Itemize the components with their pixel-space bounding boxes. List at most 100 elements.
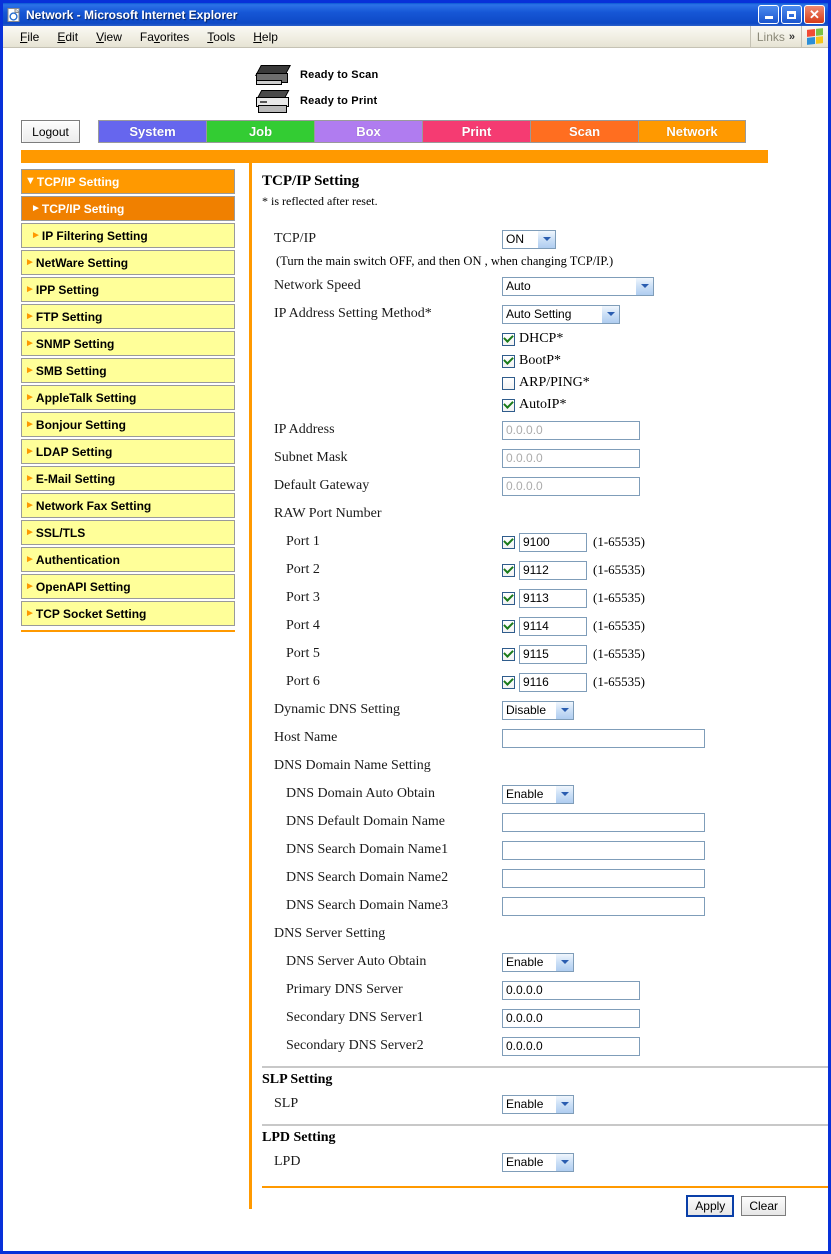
dynamic-dns-select-wrap: Disable bbox=[502, 700, 574, 720]
sidebar-item-label: SMB Setting bbox=[35, 363, 107, 378]
chevron-right-icon: ► bbox=[31, 229, 41, 241]
autoip-checkbox-row[interactable]: AutoIP* bbox=[502, 395, 566, 415]
dns-default-domain-name-input[interactable] bbox=[502, 812, 705, 832]
sidebar-item-ssl-tls[interactable]: ► SSL/TLS bbox=[21, 520, 235, 545]
subnet-mask-input[interactable] bbox=[502, 448, 640, 468]
secondary-dns-server1-input[interactable] bbox=[502, 1008, 640, 1028]
network-speed-select-wrap: Auto bbox=[502, 276, 654, 296]
ip-address-input[interactable] bbox=[502, 420, 640, 440]
menu-item-favorites[interactable]: Favorites bbox=[131, 28, 198, 46]
tab-job[interactable]: Job bbox=[206, 120, 314, 143]
sidebar-item-tcpip-setting[interactable]: ► TCP/IP Setting bbox=[21, 196, 235, 221]
tab-print[interactable]: Print bbox=[422, 120, 530, 143]
port-1-input[interactable] bbox=[519, 532, 587, 552]
dns-domain-auto-obtain-select[interactable]: Enable bbox=[502, 784, 574, 804]
tab-box[interactable]: Box bbox=[314, 120, 422, 143]
sidebar-item-bonjour-setting[interactable]: ► Bonjour Setting bbox=[21, 412, 235, 437]
port-4-checkbox[interactable] bbox=[502, 619, 515, 633]
sidebar-item-email-setting[interactable]: ► E-Mail Setting bbox=[21, 466, 235, 491]
tab-network[interactable]: Network bbox=[638, 120, 746, 143]
bootp-checkbox-row[interactable]: BootP* bbox=[502, 351, 561, 371]
port-3-input[interactable] bbox=[519, 588, 587, 608]
dns-search-domain-name3-input[interactable] bbox=[502, 896, 705, 916]
dns-search-domain-name2-input[interactable] bbox=[502, 868, 705, 888]
slp-select[interactable]: Enable bbox=[502, 1094, 574, 1114]
port-2-checkbox[interactable] bbox=[502, 563, 515, 577]
chevron-right-icon: ► bbox=[25, 256, 35, 268]
port-5-input[interactable] bbox=[519, 644, 587, 664]
minimize-button[interactable] bbox=[758, 5, 779, 24]
sidebar-item-appletalk-setting[interactable]: ► AppleTalk Setting bbox=[21, 385, 235, 410]
menu-item-edit[interactable]: Edit bbox=[48, 28, 87, 46]
dns-server-auto-obtain-select[interactable]: Enable bbox=[502, 952, 574, 972]
ip-method-label: IP Address Setting Method* bbox=[274, 306, 432, 321]
row-port-6: Port 6 (1-65535) bbox=[262, 668, 828, 696]
host-name-input[interactable] bbox=[502, 728, 705, 748]
sidebar-item-network-fax-setting[interactable]: ► Network Fax Setting bbox=[21, 493, 235, 518]
port-1-checkbox[interactable] bbox=[502, 535, 515, 549]
sidebar-item-label: FTP Setting bbox=[35, 309, 103, 324]
slp-select-wrap: Enable bbox=[502, 1094, 574, 1114]
close-button[interactable]: ✕ bbox=[804, 5, 825, 24]
secondary-dns-server2-input[interactable] bbox=[502, 1036, 640, 1056]
ie-page-icon bbox=[6, 7, 22, 23]
content-area: ▼ TCP/IP Setting ► TCP/IP Setting ► IP F… bbox=[3, 163, 828, 1217]
sidebar-item-ldap-setting[interactable]: ► LDAP Setting bbox=[21, 439, 235, 464]
status-row-scan: Ready to Scan bbox=[255, 62, 828, 88]
sidebar-item-netware-setting[interactable]: ► NetWare Setting bbox=[21, 250, 235, 275]
menu-item-tools[interactable]: Tools bbox=[198, 28, 244, 46]
menu-item-file[interactable]: File bbox=[11, 28, 48, 46]
sidebar-item-ip-filtering-setting[interactable]: ► IP Filtering Setting bbox=[21, 223, 235, 248]
tab-system[interactable]: System bbox=[98, 120, 206, 143]
maximize-button[interactable] bbox=[781, 5, 802, 24]
dns-server-auto-obtain-label: DNS Server Auto Obtain bbox=[286, 954, 427, 969]
apply-button[interactable]: Apply bbox=[686, 1195, 735, 1217]
port-6-input[interactable] bbox=[519, 672, 587, 692]
tab-scan[interactable]: Scan bbox=[530, 120, 638, 143]
sidebar-item-label: NetWare Setting bbox=[35, 255, 129, 270]
tcpip-select[interactable]: ON bbox=[502, 229, 556, 249]
lpd-select[interactable]: Enable bbox=[502, 1152, 574, 1172]
menu-item-view[interactable]: View bbox=[87, 28, 131, 46]
sidebar-item-authentication[interactable]: ► Authentication bbox=[21, 547, 235, 572]
port-3-checkbox[interactable] bbox=[502, 591, 515, 605]
menu-item-help[interactable]: Help bbox=[244, 28, 287, 46]
sidebar-item-ipp-setting[interactable]: ► IPP Setting bbox=[21, 277, 235, 302]
sidebar-item-smb-setting[interactable]: ► SMB Setting bbox=[21, 358, 235, 383]
autoip-checkbox[interactable] bbox=[502, 398, 515, 412]
default-gateway-input[interactable] bbox=[502, 476, 640, 496]
dns-search-domain-name1-input[interactable] bbox=[502, 840, 705, 860]
menu-bar-right: Links » bbox=[749, 26, 828, 47]
primary-dns-server-input[interactable] bbox=[502, 980, 640, 1000]
row-default-gateway: Default Gateway bbox=[262, 472, 828, 500]
port-6-checkbox[interactable] bbox=[502, 675, 515, 689]
sidebar-item-tcp-socket-setting[interactable]: ► TCP Socket Setting bbox=[21, 601, 235, 626]
links-label: Links bbox=[756, 29, 785, 44]
network-speed-select[interactable]: Auto bbox=[502, 276, 654, 296]
logout-button[interactable]: Logout bbox=[21, 120, 80, 143]
sidebar-item-openapi-setting[interactable]: ► OpenAPI Setting bbox=[21, 574, 235, 599]
port-5-checkbox[interactable] bbox=[502, 647, 515, 661]
row-tcpip: TCP/IP ON bbox=[262, 225, 828, 253]
links-bar[interactable]: Links » bbox=[749, 26, 801, 47]
dynamic-dns-select[interactable]: Disable bbox=[502, 700, 574, 720]
printer-icon bbox=[256, 90, 290, 113]
dhcp-checkbox[interactable] bbox=[502, 332, 515, 346]
row-port-3: Port 3 (1-65535) bbox=[262, 584, 828, 612]
chevron-right-icon[interactable]: » bbox=[789, 31, 795, 43]
arp-ping-checkbox[interactable] bbox=[502, 376, 515, 390]
ip-method-select[interactable]: Auto Setting bbox=[502, 304, 620, 324]
port-4-input[interactable] bbox=[519, 616, 587, 636]
sidebar-item-tcpip-group[interactable]: ▼ TCP/IP Setting bbox=[21, 169, 235, 194]
bootp-checkbox[interactable] bbox=[502, 354, 515, 368]
menu-items: File Edit View Favorites Tools Help bbox=[3, 28, 750, 46]
arp-ping-checkbox-row[interactable]: ARP/PING* bbox=[502, 373, 590, 393]
port-2-input[interactable] bbox=[519, 560, 587, 580]
sidebar-item-ftp-setting[interactable]: ► FTP Setting bbox=[21, 304, 235, 329]
dhcp-checkbox-row[interactable]: DHCP* bbox=[502, 329, 563, 349]
windows-flag-icon[interactable] bbox=[801, 26, 828, 47]
clear-button[interactable]: Clear bbox=[741, 1196, 786, 1216]
port-2-label: Port 2 bbox=[286, 562, 320, 577]
row-ip-address: IP Address bbox=[262, 416, 828, 444]
sidebar-item-snmp-setting[interactable]: ► SNMP Setting bbox=[21, 331, 235, 356]
